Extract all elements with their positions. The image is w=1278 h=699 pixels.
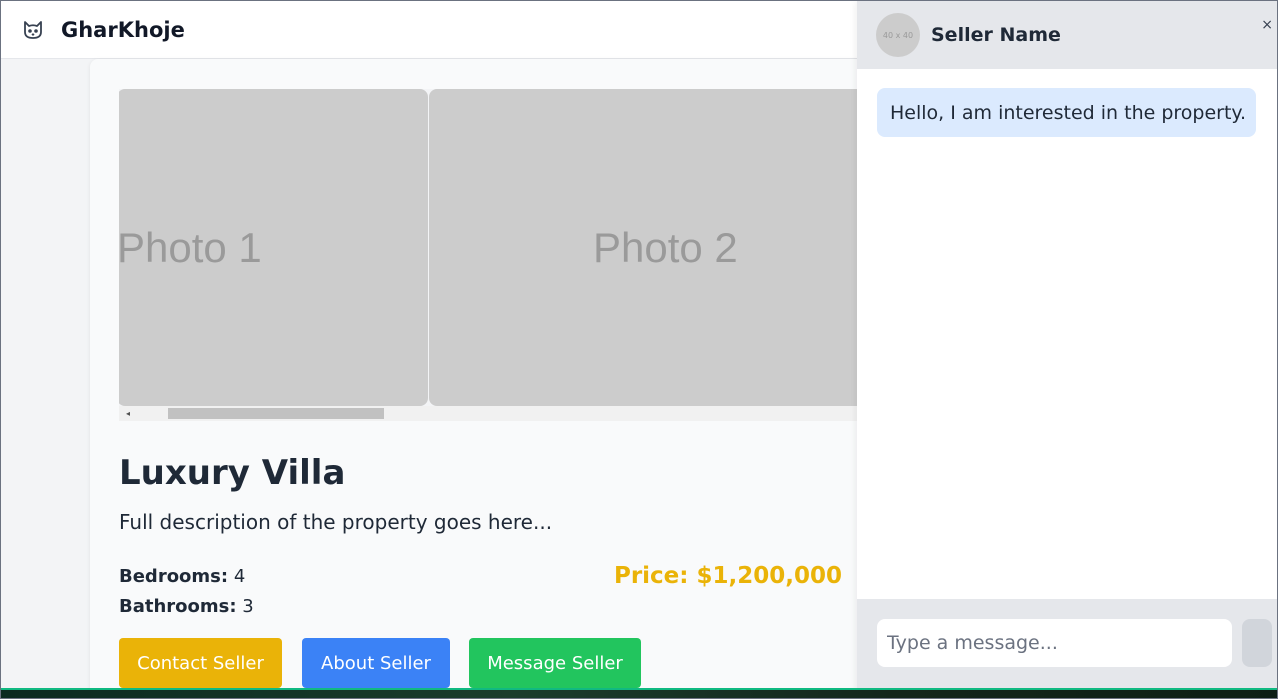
- chat-message-text: Hello, I am interested in the property.: [890, 101, 1246, 124]
- bedrooms-value: 4: [233, 566, 246, 587]
- chat-header: 40 x 40 Seller Name ×: [857, 1, 1277, 69]
- photo-gallery[interactable]: Photo 1 Photo 2 ◂: [119, 89, 879, 421]
- property-title: Luxury Villa: [119, 453, 346, 493]
- bathrooms-row: Bathrooms: 3: [119, 592, 254, 622]
- property-card: Photo 1 Photo 2 ◂ Luxury Villa Full desc…: [90, 59, 880, 698]
- property-specs: Bedrooms: 4 Bathrooms: 3: [119, 562, 254, 622]
- send-button[interactable]: [1242, 619, 1272, 667]
- property-description: Full description of the property goes he…: [119, 510, 553, 534]
- cat-icon: [21, 18, 45, 42]
- close-icon[interactable]: ×: [1261, 17, 1273, 33]
- bathrooms-label: Bathrooms:: [119, 596, 237, 617]
- bottom-edge-strip: [1, 688, 1277, 698]
- about-seller-button[interactable]: About Seller: [302, 638, 450, 688]
- chat-message: Hello, I am interested in the property.: [877, 88, 1256, 137]
- message-seller-button[interactable]: Message Seller: [469, 638, 641, 688]
- brand-name[interactable]: GharKhoje: [61, 18, 185, 42]
- contact-seller-button[interactable]: Contact Seller: [119, 638, 282, 688]
- bathrooms-value: 3: [242, 596, 254, 617]
- chat-panel: 40 x 40 Seller Name × Hello, I am intere…: [857, 1, 1277, 698]
- photo-1[interactable]: Photo 1: [119, 89, 428, 406]
- photo-2[interactable]: Photo 2: [429, 89, 879, 406]
- chat-footer: [857, 599, 1277, 698]
- seller-name: Seller Name: [931, 24, 1061, 46]
- photo-1-label: Photo 1: [119, 223, 262, 271]
- bedrooms-row: Bedrooms: 4: [119, 562, 254, 592]
- avatar: 40 x 40: [876, 13, 920, 57]
- app-window: GharKhoje Photo 1 Photo 2 ◂ Luxury Villa…: [0, 0, 1278, 699]
- photo-2-label: Photo 2: [593, 223, 738, 271]
- scroll-left-arrow-icon[interactable]: ◂: [121, 406, 135, 421]
- message-input[interactable]: [877, 619, 1232, 667]
- property-price: Price: $1,200,000: [613, 563, 842, 589]
- gallery-scrollbar[interactable]: ◂: [119, 406, 879, 421]
- scrollbar-thumb[interactable]: [168, 408, 384, 419]
- bedrooms-label: Bedrooms:: [119, 566, 229, 587]
